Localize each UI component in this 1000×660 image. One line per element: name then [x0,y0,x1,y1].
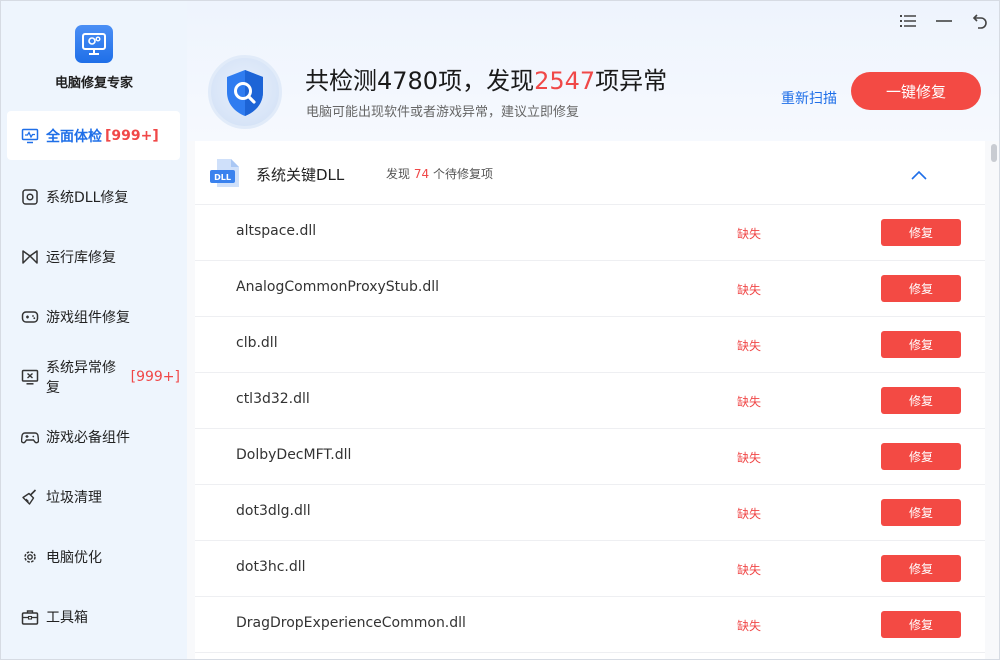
info-prefix: 发现 [386,167,411,181]
sidebar-item-full-check[interactable]: 全面体检 [999+] [7,111,180,160]
dll-file-name: ctl3d32.dll [236,391,310,407]
table-row: AnalogCommonProxyStub.dll 缺失 修复 [195,261,985,317]
sidebar-item-game-component-repair[interactable]: 游戏组件修复 [7,292,180,341]
total-checked-count: 4780 [377,67,439,95]
app-logo-icon [75,25,113,63]
fix-button[interactable]: 修复 [881,275,961,302]
scrollbar-thumb[interactable] [991,144,997,162]
chevron-up-icon[interactable] [911,165,927,184]
section-title: 系统关键DLL [256,166,345,184]
monitor-pulse-icon [21,127,39,145]
headline-mid: 项，发现 [438,67,535,95]
table-row: ctl3d32.dll 缺失 修复 [195,373,985,429]
issue-list-panel: DLL 系统关键DLL 发现 74 个待修复项 altspace.dll 缺失 … [195,141,985,659]
sidebar: 电脑修复专家 全面体检 [999+] 系统DLL修复 运行库修复 游戏组件修复 … [1,1,187,659]
sidebar-item-game-essentials[interactable]: 游戏必备组件 [7,412,180,461]
sidebar-item-runtime-repair[interactable]: 运行库修复 [7,232,180,281]
dll-file-name: clb.dll [236,335,278,351]
gamepad-icon [21,308,39,326]
dll-file-icon: DLL [209,157,243,193]
app-logo-block: 电脑修复专家 [1,25,187,91]
section-pending-info: 发现 74 个待修复项 [386,165,493,182]
section-header[interactable]: DLL 系统关键DLL 发现 74 个待修复项 [195,141,985,205]
fix-all-button[interactable]: 一键修复 [851,72,981,110]
sidebar-item-label: 游戏组件修复 [46,309,130,326]
controller-icon [21,428,39,446]
status-missing: 缺失 [737,619,762,633]
bowtie-icon [21,248,39,266]
sidebar-item-dll-repair[interactable]: 系统DLL修复 [7,172,180,221]
info-suffix: 个待修复项 [432,167,493,181]
shield-scan-icon [208,55,282,129]
rescan-link[interactable]: 重新扫描 [781,88,837,108]
status-missing: 缺失 [737,339,762,353]
sidebar-item-label: 系统异常修复 [46,359,116,396]
status-missing: 缺失 [737,395,762,409]
status-missing: 缺失 [737,283,762,297]
sidebar-item-label: 全面体检 [46,128,102,145]
sidebar-item-pc-optimize[interactable]: 电脑优化 [7,532,180,581]
fix-button[interactable]: 修复 [881,331,961,358]
headline-suffix: 项异常 [595,67,668,95]
scan-subtitle: 电脑可能出现软件或者游戏异常，建议立即修复 [306,105,580,120]
table-row: dot3dlg.dll 缺失 修复 [195,485,985,541]
pending-count: 74 [413,167,430,181]
toolbox-icon [21,608,39,626]
sidebar-item-label: 工具箱 [46,609,88,626]
broom-icon [21,488,39,506]
menu-icon[interactable] [898,11,918,31]
table-row: DolbyDecMFT.dll 缺失 修复 [195,429,985,485]
status-missing: 缺失 [737,227,762,241]
gear-icon [21,548,39,566]
status-missing: 缺失 [737,507,762,521]
monitor-x-icon [21,368,39,386]
app-name: 电脑修复专家 [54,76,133,91]
sidebar-item-toolbox[interactable]: 工具箱 [7,592,180,641]
found-issues-count: 2547 [534,67,596,95]
scan-headline: 共检测4780项，发现2547项异常 [305,61,667,96]
dll-file-name: dot3hc.dll [236,559,306,575]
app-window: 电脑修复专家 全面体检 [999+] 系统DLL修复 运行库修复 游戏组件修复 … [0,0,1000,660]
sidebar-item-badge: [999+] [130,368,180,385]
table-row: clb.dll 缺失 修复 [195,317,985,373]
table-row: dot3hc.dll 缺失 修复 [195,541,985,597]
dll-file-name: DragDropExperienceCommon.dll [236,615,466,631]
sidebar-item-label: 电脑优化 [46,549,102,566]
fix-button[interactable]: 修复 [881,387,961,414]
dll-file-name: AnalogCommonProxyStub.dll [236,279,440,295]
minimize-icon[interactable] [934,11,954,31]
scan-summary-header: 共检测4780项，发现2547项异常 电脑可能出现软件或者游戏异常，建议立即修复… [187,1,999,141]
table-row: altspace.dll 缺失 修复 [195,205,985,261]
dll-file-name: altspace.dll [236,223,317,239]
svg-text:DLL: DLL [214,173,231,182]
fix-button[interactable]: 修复 [881,219,961,246]
headline-prefix: 共检测 [305,67,377,95]
window-controls [898,11,990,31]
back-icon[interactable] [970,11,990,31]
dll-file-name: dot3dlg.dll [236,503,311,519]
sidebar-item-junk-cleanup[interactable]: 垃圾清理 [7,472,180,521]
sidebar-item-badge: [999+] [105,127,159,144]
dll-file-name: DolbyDecMFT.dll [236,447,352,463]
table-row: DragDropExperienceCommon.dll 缺失 修复 [195,597,985,653]
status-missing: 缺失 [737,451,762,465]
sidebar-item-label: 垃圾清理 [46,489,102,506]
dll-chip-icon [21,188,39,206]
fix-button[interactable]: 修复 [881,499,961,526]
fix-button[interactable]: 修复 [881,443,961,470]
fix-button[interactable]: 修复 [881,611,961,638]
main-panel: 共检测4780项，发现2547项异常 电脑可能出现软件或者游戏异常，建议立即修复… [187,1,999,659]
sidebar-item-label: 游戏必备组件 [46,429,130,446]
sidebar-item-label: 系统DLL修复 [46,189,129,206]
fix-button[interactable]: 修复 [881,555,961,582]
status-missing: 缺失 [737,563,762,577]
sidebar-item-system-exception-repair[interactable]: 系统异常修复 [999+] [7,352,180,401]
sidebar-item-label: 运行库修复 [46,249,116,266]
